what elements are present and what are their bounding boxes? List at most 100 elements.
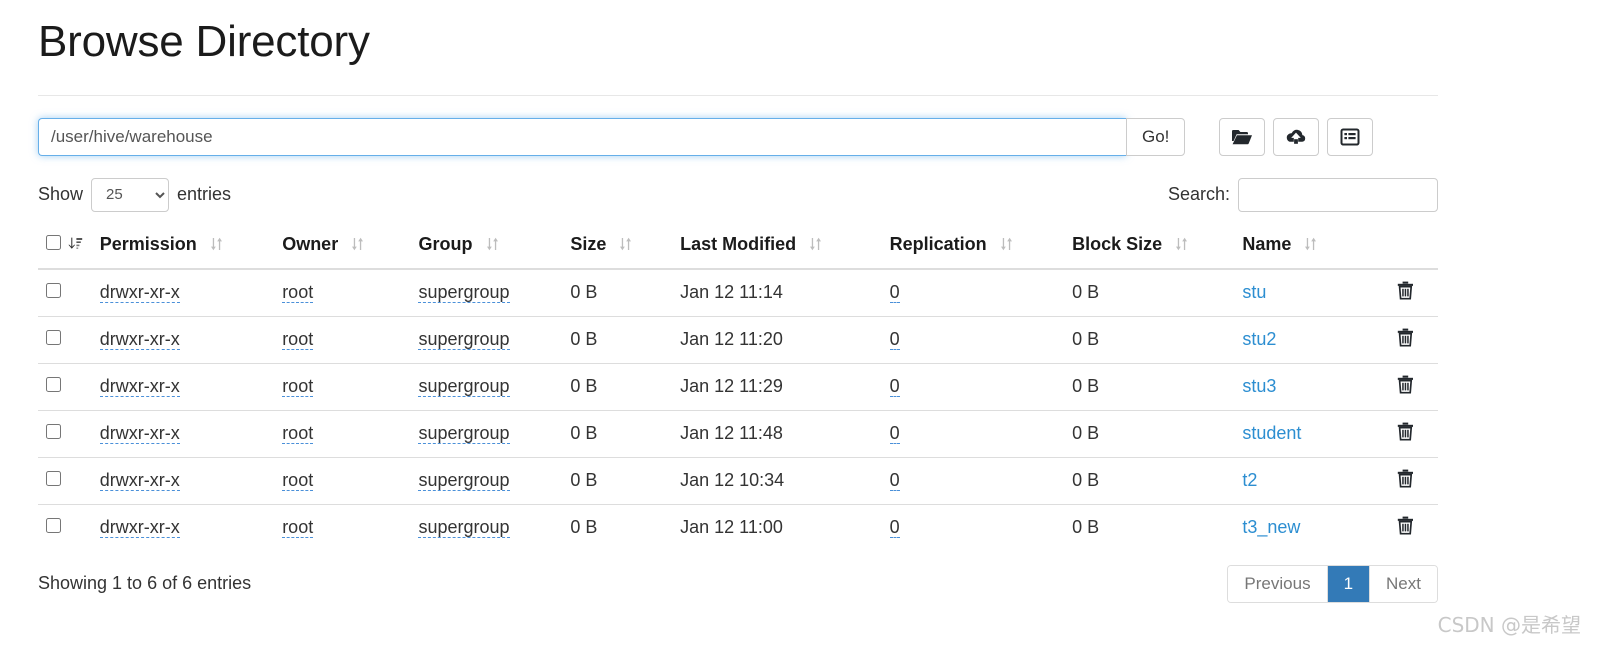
replication-link[interactable]: 0 bbox=[889, 517, 900, 539]
cut-high-availability-button[interactable] bbox=[1327, 117, 1374, 156]
replication-link[interactable]: 0 bbox=[889, 329, 900, 351]
row-checkbox[interactable] bbox=[46, 518, 61, 534]
row-select-cell[interactable] bbox=[38, 315, 92, 364]
file-name-link[interactable]: stu3 bbox=[1242, 376, 1276, 396]
create-directory-button[interactable] bbox=[1219, 117, 1266, 156]
delete-row-button[interactable] bbox=[1397, 328, 1414, 347]
header-block-size[interactable]: Block Size bbox=[1064, 225, 1235, 270]
path-toolbar: Go! bbox=[38, 117, 1438, 156]
delete-row-button[interactable] bbox=[1397, 422, 1414, 441]
cell-permission: drwxr-xr-x bbox=[91, 362, 275, 411]
header-last-modified[interactable]: Last Modified bbox=[672, 225, 882, 270]
group-link[interactable]: supergroup bbox=[418, 423, 510, 445]
header-group[interactable]: Group bbox=[410, 225, 563, 270]
header-permission[interactable]: Permission bbox=[91, 225, 275, 270]
cell-replication: 0 bbox=[881, 503, 1065, 551]
directory-table: Permission Owner Group Size Last Modifie… bbox=[38, 225, 1438, 551]
file-name-link[interactable]: student bbox=[1242, 423, 1301, 443]
pagination-page-1-button[interactable]: 1 bbox=[1327, 565, 1371, 602]
group-link[interactable]: supergroup bbox=[418, 376, 510, 398]
table-header-row: Permission Owner Group Size Last Modifie… bbox=[38, 225, 1438, 270]
pagination-next-button[interactable]: Next bbox=[1370, 565, 1437, 602]
group-link[interactable]: supergroup bbox=[418, 282, 510, 304]
group-link[interactable]: supergroup bbox=[418, 329, 510, 351]
replication-link[interactable]: 0 bbox=[889, 470, 900, 492]
row-select-cell[interactable] bbox=[38, 362, 92, 411]
header-owner[interactable]: Owner bbox=[274, 225, 411, 270]
delete-row-button[interactable] bbox=[1397, 281, 1414, 300]
table-row: drwxr-xr-x root supergroup 0 B Jan 12 11… bbox=[38, 362, 1438, 411]
delete-row-button[interactable] bbox=[1397, 375, 1414, 394]
trash-icon bbox=[1397, 375, 1414, 397]
cell-delete bbox=[1373, 503, 1438, 551]
permission-link[interactable]: drwxr-xr-x bbox=[99, 329, 180, 351]
select-all-checkbox[interactable] bbox=[46, 234, 61, 250]
header-replication[interactable]: Replication bbox=[881, 225, 1065, 270]
header-group-label: Group bbox=[418, 233, 473, 254]
cell-delete bbox=[1373, 315, 1438, 364]
pagination-previous-button[interactable]: Previous bbox=[1228, 565, 1328, 602]
row-select-cell[interactable] bbox=[38, 409, 92, 458]
trash-icon bbox=[1397, 328, 1414, 350]
table-row: drwxr-xr-x root supergroup 0 B Jan 12 11… bbox=[38, 315, 1438, 364]
owner-link[interactable]: root bbox=[282, 282, 314, 304]
header-permission-label: Permission bbox=[99, 233, 197, 254]
page-length-select[interactable]: 25 bbox=[91, 177, 170, 212]
file-name-link[interactable]: stu bbox=[1242, 282, 1266, 302]
header-select-all[interactable] bbox=[38, 225, 92, 270]
cell-replication: 0 bbox=[881, 456, 1065, 505]
open-folder-icon bbox=[1231, 128, 1253, 146]
owner-link[interactable]: root bbox=[282, 517, 314, 539]
file-name-link[interactable]: t2 bbox=[1242, 470, 1257, 490]
row-checkbox[interactable] bbox=[46, 424, 61, 440]
delete-row-button[interactable] bbox=[1397, 516, 1414, 535]
row-select-cell[interactable] bbox=[38, 503, 92, 551]
row-select-cell[interactable] bbox=[38, 456, 92, 505]
go-button[interactable]: Go! bbox=[1126, 117, 1186, 156]
cell-last-modified: Jan 12 11:20 bbox=[672, 315, 882, 364]
replication-link[interactable]: 0 bbox=[889, 282, 900, 304]
entries-label: entries bbox=[177, 184, 232, 205]
group-link[interactable]: supergroup bbox=[418, 470, 510, 492]
cell-group: supergroup bbox=[410, 269, 562, 317]
cell-block-size: 0 B bbox=[1064, 456, 1235, 505]
owner-link[interactable]: root bbox=[282, 423, 314, 445]
group-link[interactable]: supergroup bbox=[418, 517, 510, 539]
owner-link[interactable]: root bbox=[282, 376, 314, 398]
table-row: drwxr-xr-x root supergroup 0 B Jan 12 11… bbox=[38, 409, 1438, 458]
upload-files-button[interactable] bbox=[1273, 117, 1320, 156]
replication-link[interactable]: 0 bbox=[889, 423, 900, 445]
file-name-link[interactable]: stu2 bbox=[1242, 329, 1276, 349]
trash-icon bbox=[1397, 422, 1414, 444]
permission-link[interactable]: drwxr-xr-x bbox=[99, 282, 180, 304]
cell-owner: root bbox=[274, 409, 411, 458]
header-owner-label: Owner bbox=[282, 233, 339, 254]
cell-size: 0 B bbox=[562, 503, 673, 551]
cell-group: supergroup bbox=[410, 456, 563, 505]
cell-delete bbox=[1373, 456, 1438, 505]
permission-link[interactable]: drwxr-xr-x bbox=[99, 376, 180, 398]
search-input[interactable] bbox=[1238, 177, 1438, 212]
row-select-cell[interactable] bbox=[38, 269, 92, 317]
cell-block-size: 0 B bbox=[1072, 282, 1100, 303]
title-divider bbox=[38, 94, 1438, 96]
cell-replication: 0 bbox=[881, 362, 1065, 411]
table-row: drwxr-xr-x root supergroup 0 B Jan 12 10… bbox=[38, 456, 1438, 505]
header-size[interactable]: Size bbox=[562, 225, 673, 270]
file-name-link[interactable]: t3_new bbox=[1242, 517, 1300, 537]
trash-icon bbox=[1397, 281, 1414, 303]
replication-link[interactable]: 0 bbox=[889, 376, 900, 398]
row-checkbox[interactable] bbox=[46, 377, 61, 393]
permission-link[interactable]: drwxr-xr-x bbox=[99, 470, 180, 492]
header-name[interactable]: Name bbox=[1234, 225, 1374, 270]
permission-link[interactable]: drwxr-xr-x bbox=[99, 517, 180, 539]
cell-size: 0 B bbox=[562, 456, 673, 505]
row-checkbox[interactable] bbox=[46, 283, 61, 299]
delete-row-button[interactable] bbox=[1397, 469, 1414, 488]
row-checkbox[interactable] bbox=[46, 471, 61, 487]
owner-link[interactable]: root bbox=[282, 329, 314, 351]
directory-path-input[interactable] bbox=[38, 117, 1126, 156]
owner-link[interactable]: root bbox=[282, 470, 314, 492]
permission-link[interactable]: drwxr-xr-x bbox=[99, 423, 180, 445]
row-checkbox[interactable] bbox=[46, 330, 61, 346]
